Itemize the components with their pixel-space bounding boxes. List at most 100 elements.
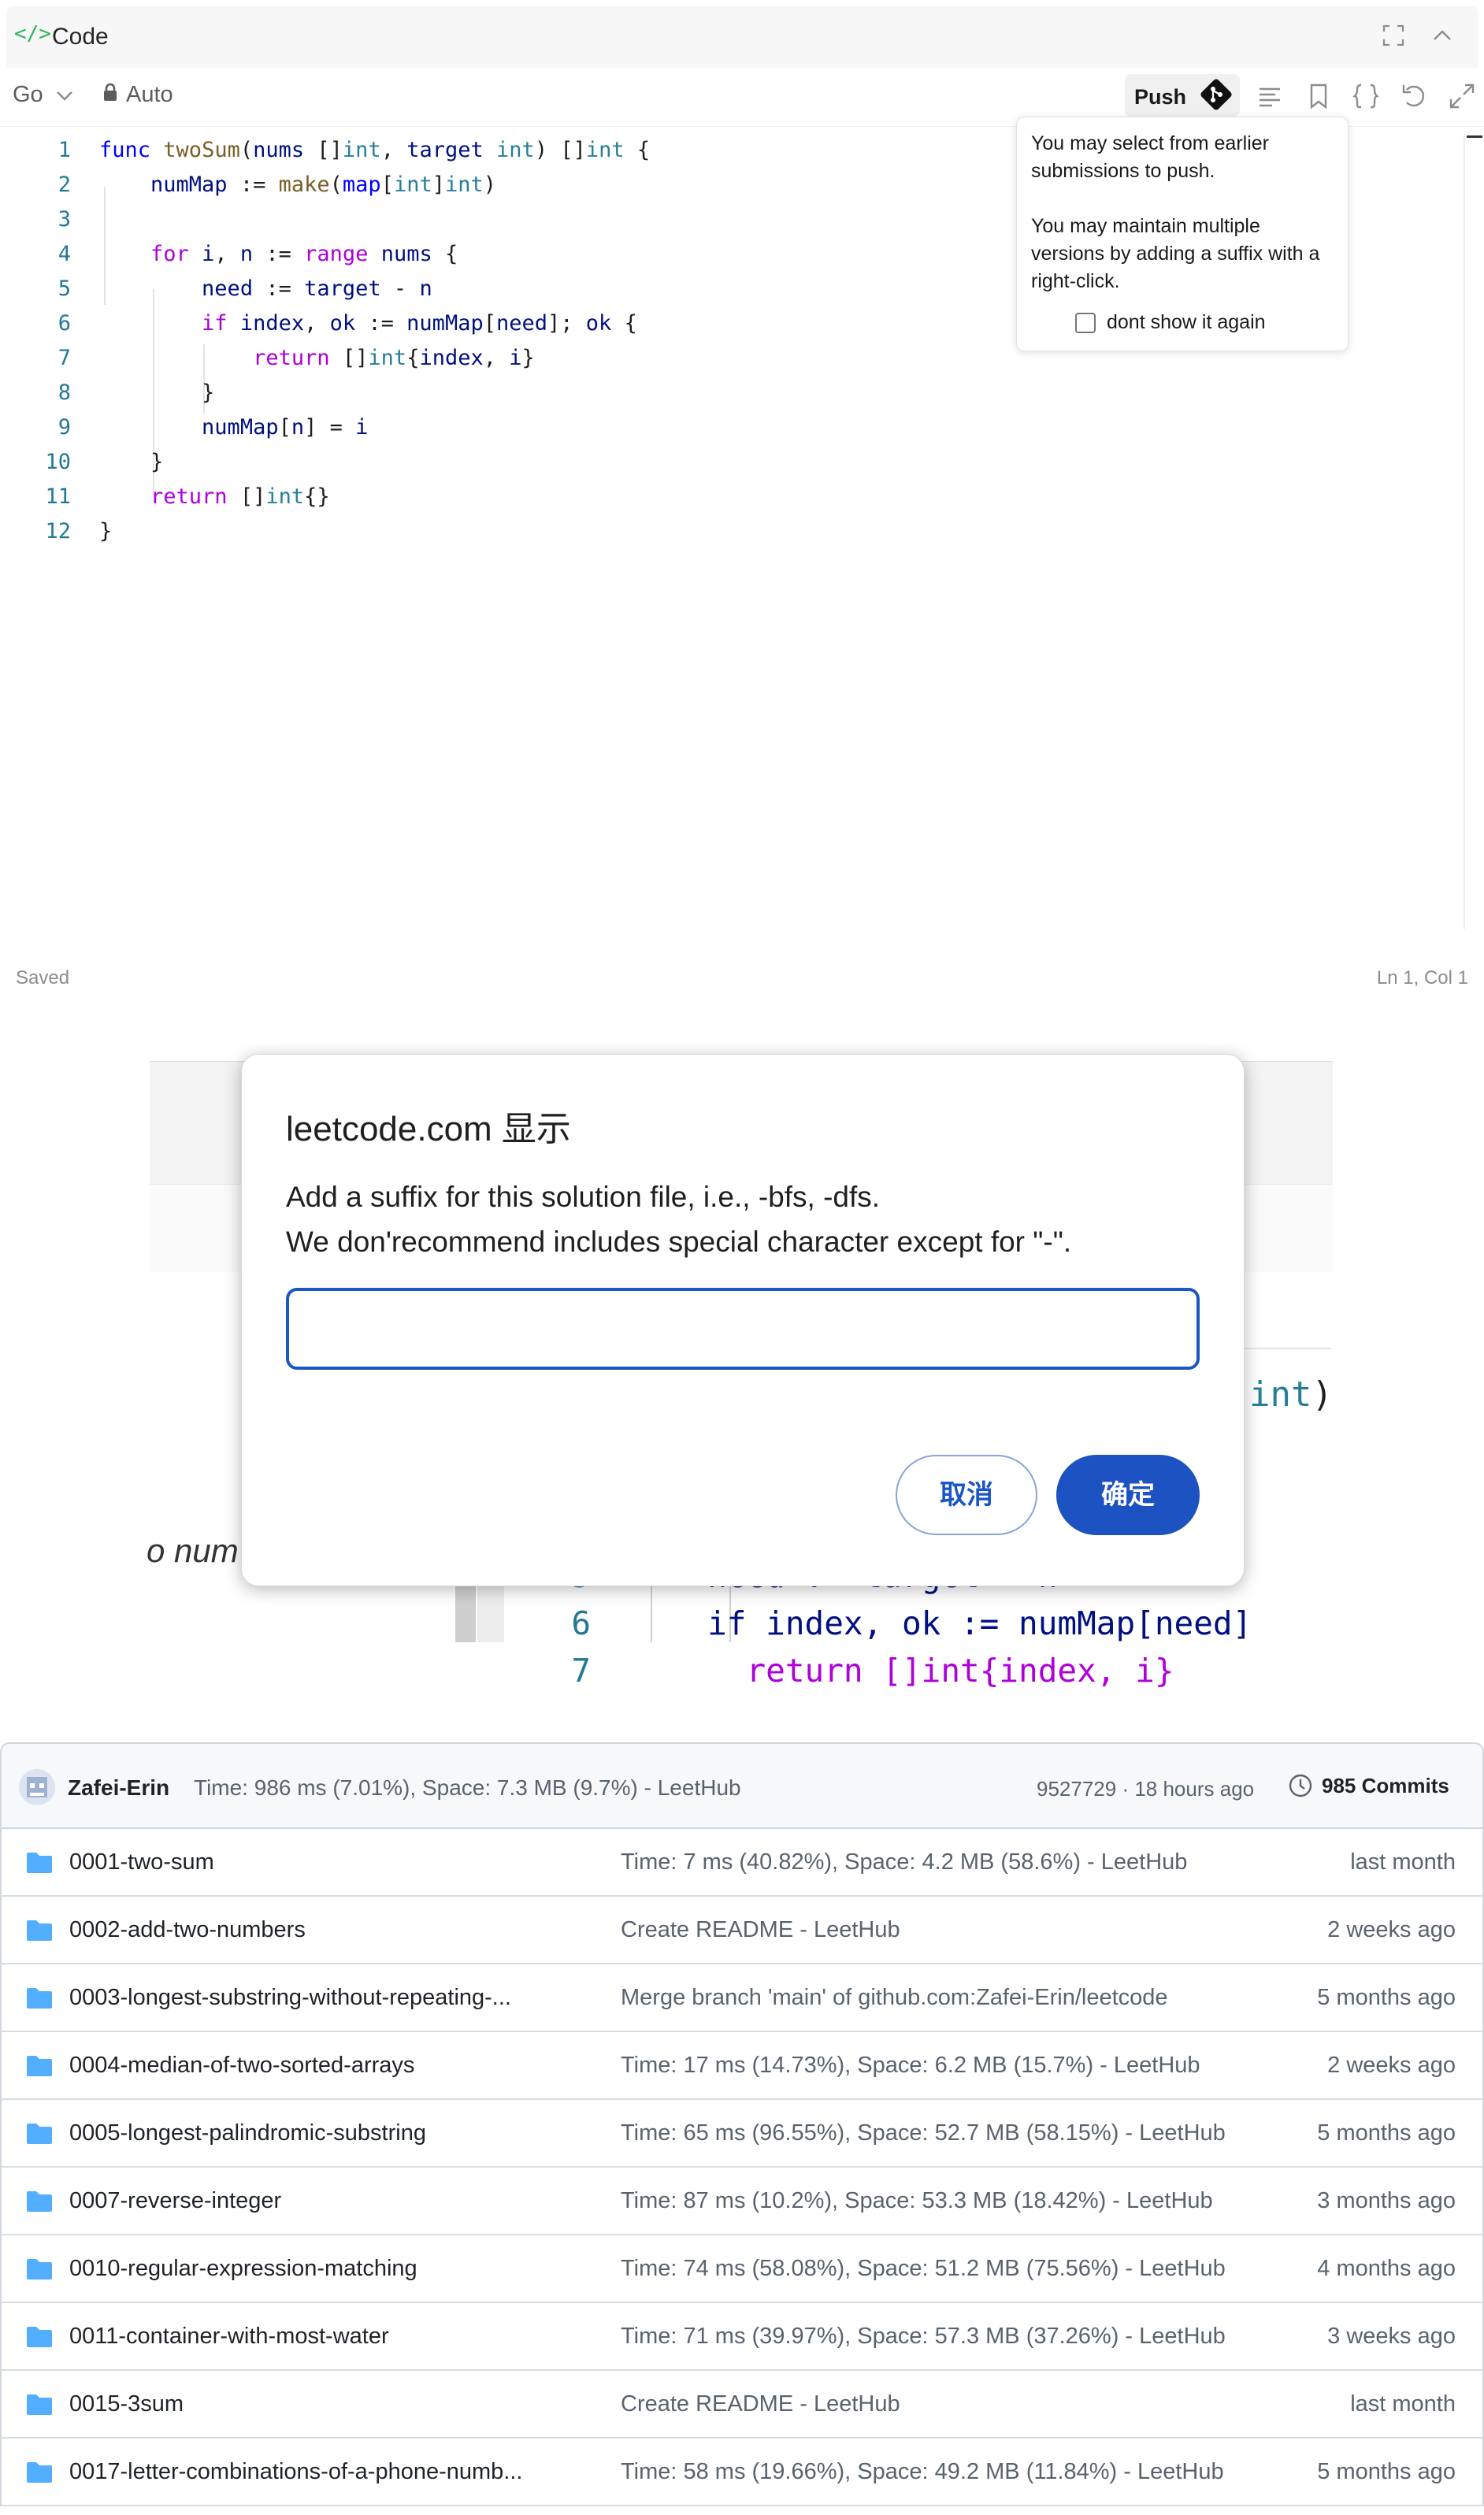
file-row[interactable]: 0015-3sum Create README - LeetHub last mon… bbox=[0, 2371, 1484, 2439]
format-icon[interactable] bbox=[1256, 82, 1284, 110]
file-row[interactable]: 0003-longest-substring-without-repeating… bbox=[0, 1964, 1484, 2032]
file-commit-message[interactable]: Time: 65 ms (96.55%), Space: 52.7 MB (58… bbox=[621, 2120, 1226, 2146]
file-commit-message[interactable]: Time: 58 ms (19.66%), Space: 49.2 MB (11… bbox=[621, 2459, 1224, 2485]
chevron-down-icon bbox=[51, 86, 73, 106]
file-commit-date: 3 weeks ago bbox=[1327, 2324, 1456, 2349]
folder-icon bbox=[27, 2394, 52, 2415]
file-commit-message[interactable]: Time: 7 ms (40.82%), Space: 4.2 MB (58.6… bbox=[621, 1849, 1187, 1875]
file-commit-date: 5 months ago bbox=[1317, 2459, 1456, 2484]
code-line: 12} bbox=[45, 519, 113, 543]
file-name-link[interactable]: 0010-regular-expression-matching bbox=[69, 2256, 417, 2282]
file-row[interactable]: 0005-longest-palindromic-substring Time: … bbox=[0, 2100, 1484, 2168]
repo-file-list: Zafei-Erin Time: 986 ms (7.01%), Space: … bbox=[0, 1742, 1484, 2515]
background-code-text: int) bbox=[1249, 1374, 1333, 1415]
editor-status-bar: Saved Ln 1, Col 1 bbox=[0, 953, 1484, 1000]
dialog-message: Add a suffix for this solution file, i.e… bbox=[286, 1174, 1071, 1264]
folder-icon bbox=[27, 2056, 52, 2076]
file-commit-message[interactable]: Merge branch 'main' of github.com:Zafei-… bbox=[621, 1985, 1168, 2011]
folder-icon bbox=[27, 2124, 52, 2144]
file-commit-message[interactable]: Time: 74 ms (58.08%), Space: 51.2 MB (75… bbox=[621, 2256, 1226, 2282]
commits-count: 985 Commits bbox=[1322, 1773, 1449, 1797]
commit-sha-time[interactable]: 9527729 · 18 hours ago bbox=[1037, 1777, 1254, 1801]
language-select[interactable]: Go bbox=[13, 82, 73, 108]
file-commit-date: 2 weeks ago bbox=[1327, 2053, 1456, 2078]
commits-link[interactable]: 985 Commits bbox=[1287, 1772, 1449, 1799]
overview-ruler-mark bbox=[1467, 135, 1482, 138]
file-row[interactable]: 0010-regular-expression-matching Time: 74… bbox=[0, 2235, 1484, 2303]
commit-author[interactable]: Zafei-Erin bbox=[68, 1775, 169, 1801]
checkbox-box[interactable] bbox=[1075, 312, 1096, 333]
code-line-text: } bbox=[99, 450, 164, 474]
file-commit-message[interactable]: Time: 71 ms (39.97%), Space: 57.3 MB (37… bbox=[621, 2324, 1226, 2350]
code-icon: </> bbox=[14, 22, 51, 46]
push-tooltip: You may select from earlier submissions … bbox=[1016, 117, 1349, 351]
code-line: 5 need := target - n bbox=[58, 276, 432, 301]
file-row[interactable]: 0002-add-two-numbers Create README - Leet… bbox=[0, 1897, 1484, 1964]
avatar[interactable] bbox=[19, 1769, 55, 1805]
folder-icon bbox=[27, 2462, 52, 2483]
file-commit-date: 2 weeks ago bbox=[1327, 1917, 1456, 1942]
code-line-text: numMap[n] = i bbox=[202, 415, 369, 440]
file-commit-message[interactable]: Time: 17 ms (14.73%), Space: 6.2 MB (15.… bbox=[621, 2053, 1200, 2079]
commit-message[interactable]: Time: 986 ms (7.01%), Space: 7.3 MB (9.7… bbox=[194, 1775, 741, 1801]
file-commit-date: last month bbox=[1350, 2391, 1456, 2417]
folder-icon bbox=[27, 2259, 52, 2279]
code-line-text: return []int{} bbox=[150, 484, 330, 509]
ok-button[interactable]: 确定 bbox=[1056, 1455, 1200, 1535]
file-name-link[interactable]: 0002-add-two-numbers bbox=[69, 1917, 306, 1943]
file-name-link[interactable]: 0001-two-sum bbox=[69, 1849, 214, 1875]
push-button[interactable]: Push bbox=[1125, 74, 1240, 117]
dont-show-again-checkbox[interactable]: dont show it again bbox=[1075, 309, 1266, 336]
code-line: 11 return []int{} bbox=[45, 484, 330, 509]
editor-scrollbar[interactable] bbox=[1464, 134, 1465, 929]
line-number: 6 bbox=[571, 1604, 591, 1642]
lock-icon bbox=[102, 83, 118, 106]
prompt-dialog: leetcode.com 显示 Add a suffix for this so… bbox=[241, 1054, 1245, 1586]
file-name-link[interactable]: 0004-median-of-two-sorted-arrays bbox=[69, 2053, 414, 2079]
file-name-link[interactable]: 0003-longest-substring-without-repeating… bbox=[69, 1985, 511, 2011]
editor-title: Code bbox=[52, 24, 109, 50]
file-commit-message[interactable]: Create README - LeetHub bbox=[621, 1917, 900, 1943]
collapse-icon[interactable] bbox=[1429, 24, 1456, 50]
file-commit-date: 5 months ago bbox=[1317, 1985, 1456, 2010]
code-line-text: } bbox=[99, 519, 113, 543]
file-row[interactable]: 0007-reverse-integer Time: 87 ms (10.2%),… bbox=[0, 2168, 1484, 2235]
background-partial-text: o num bbox=[147, 1532, 239, 1569]
file-name-link[interactable]: 0015-3sum bbox=[69, 2391, 184, 2417]
file-commit-date: 3 months ago bbox=[1317, 2188, 1456, 2213]
file-row[interactable]: 0011-container-with-most-water Time: 71 m… bbox=[0, 2303, 1484, 2371]
dont-show-again-label: dont show it again bbox=[1107, 311, 1266, 333]
background-code-text: if index, ok := numMap[need] bbox=[707, 1604, 1252, 1642]
braces-icon[interactable] bbox=[1352, 82, 1380, 110]
file-commit-date: last month bbox=[1350, 1849, 1456, 1875]
file-commit-message[interactable]: Create README - LeetHub bbox=[621, 2391, 900, 2417]
code-line-text: return []int{index, i} bbox=[253, 346, 535, 370]
code-line-text: } bbox=[99, 380, 215, 405]
file-commit-date: 4 months ago bbox=[1317, 2256, 1456, 2281]
latest-commit-bar: Zafei-Erin Time: 986 ms (7.01%), Space: … bbox=[0, 1742, 1484, 1829]
auto-mode-toggle[interactable]: Auto bbox=[102, 82, 173, 108]
expand-icon[interactable] bbox=[1448, 82, 1476, 110]
cancel-button[interactable]: 取消 bbox=[896, 1455, 1037, 1535]
background-int: int bbox=[1249, 1374, 1312, 1415]
file-row[interactable]: 0004-median-of-two-sorted-arrays Time: 17… bbox=[0, 2032, 1484, 2100]
file-name-link[interactable]: 0011-container-with-most-water bbox=[69, 2324, 389, 2350]
code-line-text: need := target - n bbox=[202, 276, 432, 301]
code-line: 7 return []int{index, i} bbox=[58, 346, 535, 370]
code-line-text: if index, ok := numMap[need]; ok { bbox=[202, 311, 637, 336]
suffix-input[interactable] bbox=[286, 1288, 1200, 1370]
code-line: 9 numMap[n] = i bbox=[58, 415, 369, 440]
file-name-link[interactable]: 0017-letter-combinations-of-a-phone-numb… bbox=[69, 2459, 522, 2485]
language-label: Go bbox=[13, 82, 43, 107]
git-icon bbox=[1200, 79, 1232, 110]
file-name-link[interactable]: 0005-longest-palindromic-substring bbox=[69, 2120, 426, 2146]
file-name-link[interactable]: 0007-reverse-integer bbox=[69, 2188, 281, 2214]
file-commit-message[interactable]: Time: 87 ms (10.2%), Space: 53.3 MB (18.… bbox=[621, 2188, 1213, 2214]
code-line: 10 } bbox=[45, 450, 164, 474]
code-line: 4 for i, n := range nums { bbox=[58, 242, 458, 266]
file-row[interactable]: 0001-two-sum Time: 7 ms (40.82%), Space: … bbox=[0, 1829, 1484, 1897]
bookmark-icon[interactable] bbox=[1304, 82, 1333, 110]
fullscreen-icon[interactable] bbox=[1380, 24, 1407, 50]
file-row[interactable]: 0017-letter-combinations-of-a-phone-numb… bbox=[0, 2439, 1484, 2506]
reset-icon[interactable] bbox=[1401, 82, 1429, 110]
